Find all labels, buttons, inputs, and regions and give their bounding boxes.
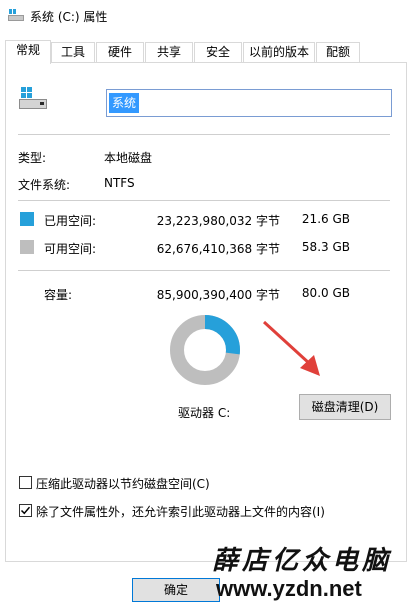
used-space-bytes: 23,223,980,032 字节 — [156, 214, 280, 228]
watermark-url: www.yzdn.net — [216, 576, 362, 601]
tab-strip: 常规 工具 硬件 共享 安全 以前的版本 配额 — [0, 40, 412, 64]
used-space-size: 21.6 GB — [301, 212, 350, 226]
drive-name-text: 系统 — [109, 93, 140, 113]
tab-tools[interactable]: 工具 — [51, 42, 95, 63]
capacity-bytes: 85,900,390,400 字节 — [156, 288, 280, 302]
type-value: 本地磁盘 — [104, 151, 153, 165]
index-contents-checkbox[interactable] — [19, 504, 32, 517]
tab-general[interactable]: 常规 — [5, 40, 51, 64]
index-contents-label: 除了文件属性外，还允许索引此驱动器上文件的内容(I) — [36, 505, 325, 519]
compress-drive-label: 压缩此驱动器以节约磁盘空间(C) — [36, 477, 210, 491]
title-bar: 系统 (C:) 属性 — [0, 0, 412, 32]
divider — [18, 134, 390, 135]
compress-drive-checkbox[interactable] — [19, 476, 32, 489]
watermark-title: 薛店亿众电脑 — [212, 546, 393, 576]
watermark: 薛店亿众电脑 www.yzdn.net — [212, 540, 408, 608]
ok-button[interactable]: 确定 — [132, 578, 220, 602]
annotation-arrow-icon — [262, 320, 320, 376]
tab-security[interactable]: 安全 — [194, 42, 242, 63]
drive-icon — [19, 87, 47, 109]
used-space-label: 已用空间: — [44, 214, 97, 228]
capacity-size: 80.0 GB — [301, 286, 350, 300]
filesystem-label: 文件系统: — [18, 178, 71, 192]
used-space-swatch — [20, 212, 34, 226]
drive-label: 驱动器 C: — [178, 406, 231, 420]
tab-previous-versions[interactable]: 以前的版本 — [243, 42, 315, 63]
drive-icon-small — [8, 9, 24, 21]
type-label: 类型: — [18, 151, 47, 165]
divider — [18, 200, 390, 201]
tab-hardware[interactable]: 硬件 — [96, 42, 144, 63]
tab-quota[interactable]: 配额 — [316, 42, 360, 63]
checkmark-icon — [20, 506, 31, 515]
free-space-size: 58.3 GB — [301, 240, 350, 254]
filesystem-value: NTFS — [104, 176, 135, 190]
window-title: 系统 (C:) 属性 — [30, 10, 108, 24]
free-space-swatch — [20, 240, 34, 254]
divider — [18, 270, 390, 271]
free-space-bytes: 62,676,410,368 字节 — [156, 242, 280, 256]
tab-sharing[interactable]: 共享 — [145, 42, 193, 63]
disk-cleanup-button[interactable]: 磁盘清理(D) — [299, 394, 391, 420]
usage-donut-chart — [170, 315, 240, 385]
free-space-label: 可用空间: — [44, 242, 97, 256]
drive-name-input[interactable]: 系统 — [106, 89, 392, 117]
capacity-label: 容量: — [44, 288, 73, 302]
